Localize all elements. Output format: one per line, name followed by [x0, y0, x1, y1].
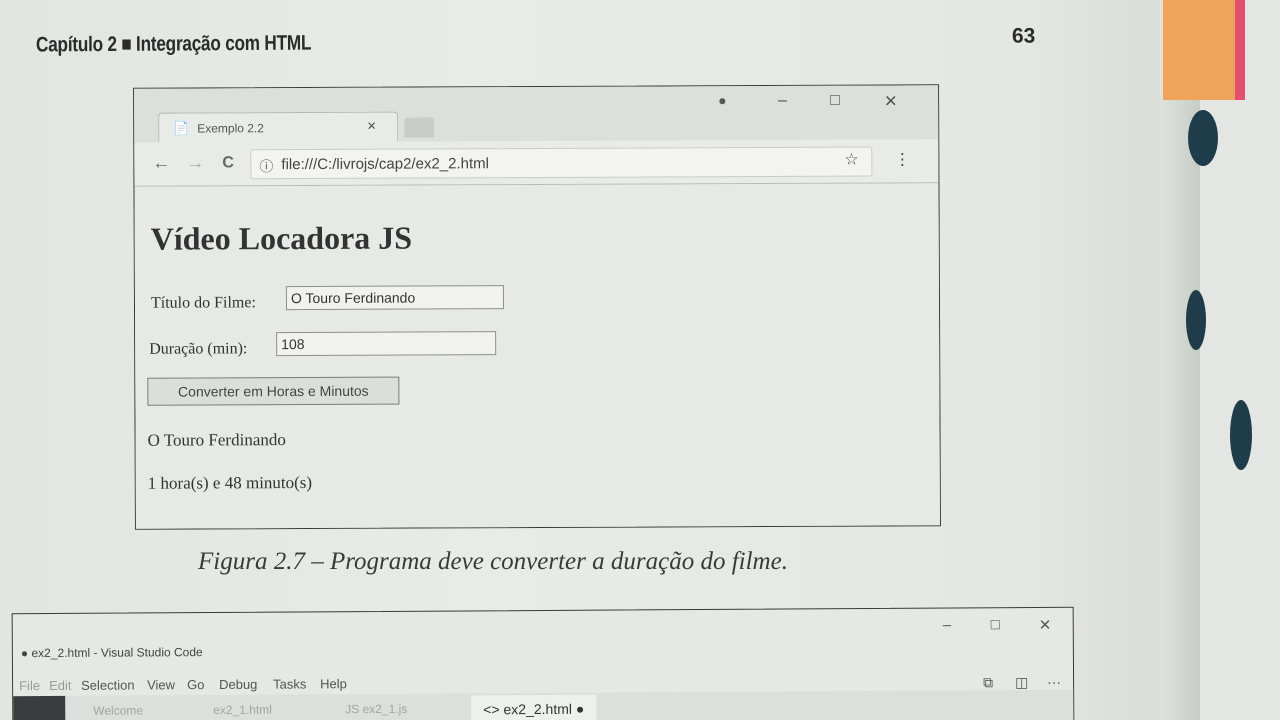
url-text: file:///C:/livrojs/cap2/ex2_2.html: [281, 155, 490, 174]
fabric-spot: [1188, 110, 1218, 166]
vscode-window: ● ex2_2.html - Visual Studio Code – □ ✕ …: [11, 606, 1075, 720]
split-editor-icon[interactable]: ⧉: [983, 674, 993, 691]
vscode-tabbar: Welcome ex2_1.html JS ex2_1.js <> ex2_2.…: [13, 689, 1074, 720]
new-tab-button[interactable]: [404, 117, 435, 138]
menu-edit[interactable]: Edit: [49, 678, 71, 693]
forward-icon[interactable]: →: [186, 152, 204, 173]
tab-welcome[interactable]: Welcome: [93, 703, 143, 717]
menu-debug[interactable]: Debug: [219, 677, 257, 692]
title-label: Título do Filme:: [150, 294, 256, 312]
minimize-icon[interactable]: –: [778, 92, 787, 110]
menu-icon[interactable]: ⋮: [894, 149, 910, 169]
page-edge: [1160, 0, 1200, 720]
browser-tab[interactable]: 📄 Exemplo 2.2 ×: [158, 111, 399, 143]
tab-ex2-2-html[interactable]: <> ex2_2.html ●: [471, 694, 597, 720]
menu-tasks[interactable]: Tasks: [273, 676, 306, 691]
duration-label: Duração (min):: [149, 340, 248, 358]
back-icon[interactable]: ←: [152, 153, 170, 174]
menu-go[interactable]: Go: [187, 677, 204, 692]
fabric-spot: [1186, 290, 1206, 350]
vscode-maximize-icon[interactable]: □: [991, 616, 1000, 633]
fabric-background: [1186, 0, 1280, 720]
address-bar[interactable]: ⓘ file:///C:/livrojs/cap2/ex2_2.html: [250, 146, 873, 180]
page-number: 63: [1011, 24, 1036, 48]
maximize-icon[interactable]: □: [830, 92, 840, 110]
menu-file[interactable]: File: [19, 678, 40, 693]
menu-selection[interactable]: Selection: [81, 677, 135, 692]
info-icon[interactable]: ⓘ: [259, 156, 273, 176]
vscode-minimize-icon[interactable]: –: [943, 617, 951, 634]
page-icon: 📄: [173, 120, 190, 136]
duration-input[interactable]: 108: [276, 331, 497, 357]
vscode-title: ● ex2_2.html - Visual Studio Code: [20, 645, 203, 661]
page-heading: Vídeo Locadora JS: [150, 219, 413, 257]
convert-button[interactable]: Converter em Horas e Minutos: [147, 376, 400, 406]
star-icon[interactable]: ☆: [844, 150, 858, 170]
profile-icon[interactable]: ●: [718, 92, 727, 108]
figure-caption: Figura 2.7 – Programa deve converter a d…: [198, 548, 788, 575]
more-icon[interactable]: ···: [1047, 674, 1061, 690]
title-input[interactable]: O Touro Ferdinando: [285, 285, 505, 311]
tab-title: Exemplo 2.2: [197, 121, 264, 136]
tab-ex2-1-html[interactable]: ex2_1.html: [213, 703, 272, 717]
sticky-note: [1163, 0, 1245, 100]
layout-icon[interactable]: ◫: [1015, 674, 1028, 691]
page-header: Capítulo 2 ■ Integração com HTML 63: [36, 21, 1036, 68]
fabric-spot: [1230, 400, 1252, 470]
browser-toolbar: ← → C ⓘ file:///C:/livrojs/cap2/ex2_2.ht…: [134, 139, 939, 187]
page-content: Vídeo Locadora JS Título do Filme: O Tou…: [134, 183, 940, 529]
chapter-header: Capítulo 2 ■ Integração com HTML: [35, 31, 312, 57]
close-icon[interactable]: ✕: [884, 91, 897, 111]
output-title: O Touro Ferdinando: [147, 430, 286, 450]
tab-ex2-1-js[interactable]: JS ex2_1.js: [345, 702, 407, 716]
reload-icon[interactable]: C: [222, 154, 234, 172]
output-duration: 1 hora(s) e 48 minuto(s): [147, 472, 313, 493]
browser-titlebar: 📄 Exemplo 2.2 × ● – □ ✕: [134, 85, 939, 143]
menu-view[interactable]: View: [147, 677, 175, 692]
menu-help[interactable]: Help: [320, 676, 347, 691]
browser-window: 📄 Exemplo 2.2 × ● – □ ✕ ← → C ⓘ file:///…: [133, 84, 941, 530]
vscode-close-icon[interactable]: ✕: [1039, 616, 1052, 634]
vscode-activity-bar: [13, 695, 66, 720]
tab-close-icon[interactable]: ×: [367, 118, 376, 135]
